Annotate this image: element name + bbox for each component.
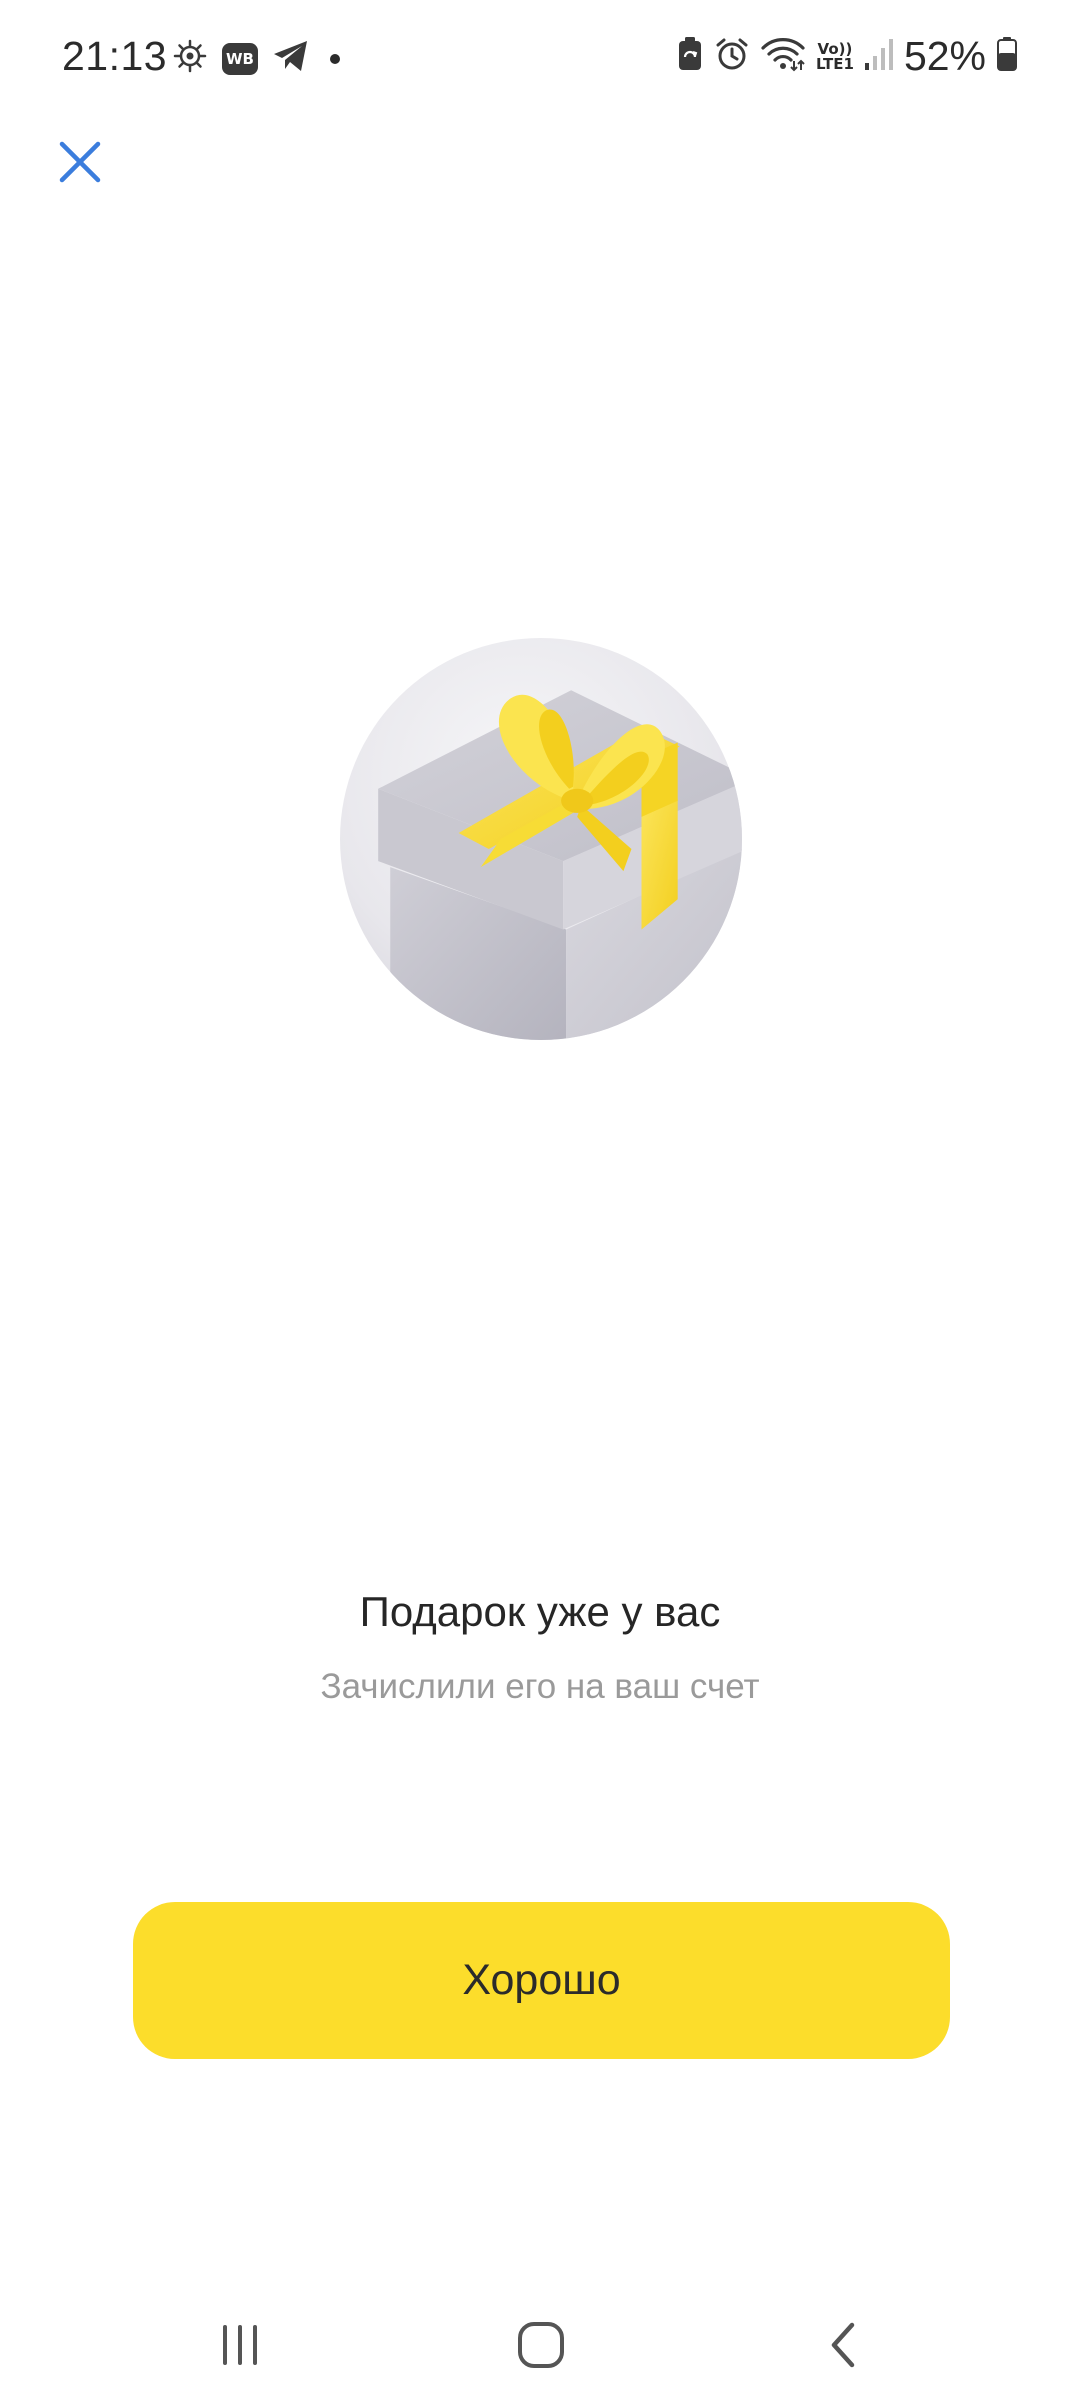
- back-button[interactable]: [800, 2300, 890, 2390]
- back-icon: [831, 2322, 855, 2368]
- navigation-bar: [0, 2290, 1080, 2400]
- status-bar: 21:13 WB Vo)) LTE1 52%: [0, 0, 1080, 120]
- recent-apps-icon: [223, 2325, 257, 2365]
- gift-box-icon: [340, 638, 742, 1040]
- close-button[interactable]: [44, 126, 116, 198]
- status-time: 21:13: [62, 33, 168, 79]
- home-icon: [518, 2322, 564, 2368]
- gift-subtitle: Зачислили его на ваш счет: [320, 1667, 760, 1706]
- alarm-icon: [714, 36, 750, 77]
- recent-apps-button[interactable]: [195, 2300, 285, 2390]
- wb-app-icon: WB: [222, 42, 258, 75]
- ok-button[interactable]: Хорошо: [133, 1902, 950, 2059]
- lte-icon: Vo)) LTE1: [815, 39, 854, 73]
- battery-icon: [996, 36, 1018, 77]
- signal-icon: [864, 37, 894, 76]
- telegram-icon: [272, 39, 310, 78]
- status-notification-icons: WB: [172, 38, 340, 79]
- wifi-icon: [760, 36, 806, 77]
- gear-bug-icon: [172, 38, 208, 79]
- gift-illustration: [340, 638, 742, 1040]
- gift-received-screen: 21:13 WB Vo)) LTE1 52% Подарок уже у вас…: [0, 0, 1080, 2400]
- home-button[interactable]: [496, 2300, 586, 2390]
- battery-saver-icon: [676, 36, 704, 77]
- notification-dot-icon: [330, 53, 340, 64]
- gift-title: Подарок уже у вас: [359, 1588, 721, 1635]
- battery-percent: 52%: [903, 33, 986, 79]
- status-system-icons: Vo)) LTE1 52%: [676, 33, 1018, 80]
- close-icon: [59, 141, 101, 183]
